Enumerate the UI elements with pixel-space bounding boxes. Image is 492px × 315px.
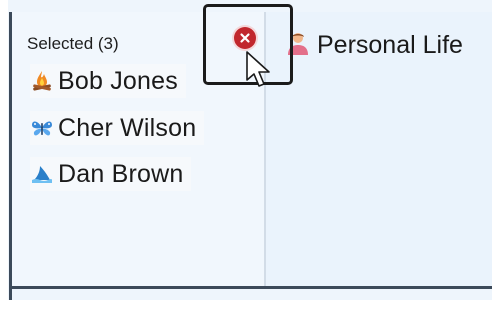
window-bottom-border [9,286,492,289]
group-item-personal-life[interactable]: Personal Life [285,30,463,61]
person-item-cher-wilson[interactable]: Cher Wilson [30,111,205,145]
group-label: Personal Life [317,31,463,59]
person-item-dan-brown[interactable]: Dan Brown [30,157,192,191]
butterfly-icon [30,115,58,141]
campfire-icon [30,68,58,94]
shark-fin-icon [30,161,58,187]
selected-count-label: Selected (3) [27,34,119,53]
person-name: Dan Brown [58,159,184,188]
window-left-border [9,12,12,300]
person-name: Cher Wilson [58,113,197,142]
person-name: Bob Jones [58,66,178,95]
person-item-bob-jones[interactable]: Bob Jones [30,64,186,98]
mouse-pointer-icon [245,50,275,92]
